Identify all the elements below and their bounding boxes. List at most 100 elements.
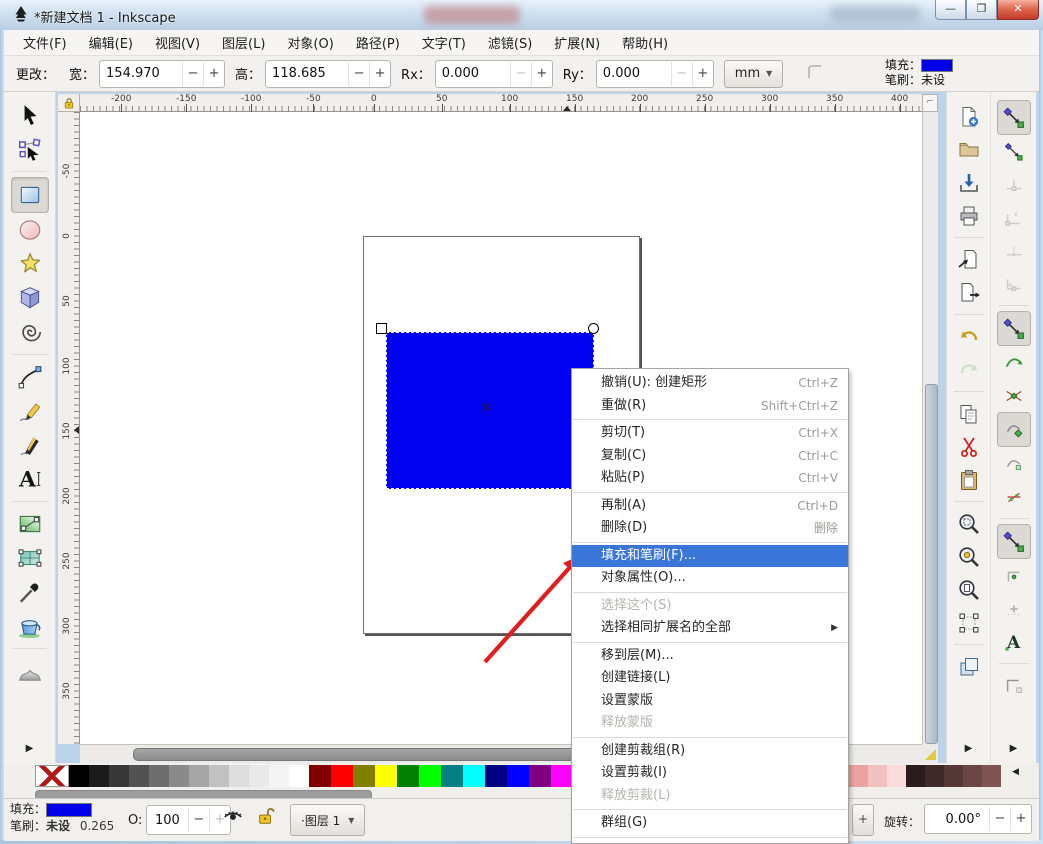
palette-swatch-c1c1c1[interactable] xyxy=(209,765,229,787)
import-button[interactable] xyxy=(953,243,985,276)
snap-bbox-corners-button-disabled[interactable] xyxy=(998,201,1030,234)
snap-to-paths-button[interactable] xyxy=(998,346,1030,379)
menubar-item-7[interactable]: 滤镜(S) xyxy=(477,30,543,55)
fill-color-swatch[interactable] xyxy=(46,803,92,817)
paint-bucket-tool[interactable] xyxy=(12,609,48,643)
snap-others-button[interactable] xyxy=(997,524,1031,559)
opacity-value[interactable]: 100 xyxy=(147,813,188,828)
palette-swatch-00ffff[interactable] xyxy=(463,765,485,787)
palette-swatch-00ff00[interactable] xyxy=(419,765,441,787)
sharp-corner-icon[interactable] xyxy=(805,62,825,86)
palette-swatch-815454[interactable] xyxy=(982,765,1001,787)
palette-swatch-000080[interactable] xyxy=(485,765,507,787)
height-increment-button[interactable]: + xyxy=(369,62,390,86)
gradient-tool[interactable] xyxy=(12,507,48,541)
context-menu-item-14[interactable]: 选择相同扩展名的全部▶ xyxy=(572,617,848,640)
horizontal-scrollbar-thumb[interactable] xyxy=(133,748,647,761)
palette-swatch-ffff00[interactable] xyxy=(375,765,397,787)
context-menu-item-19[interactable]: 释放蒙版 xyxy=(572,712,848,735)
palette-swatch-553838[interactable] xyxy=(944,765,963,787)
menubar-item-4[interactable]: 对象(O) xyxy=(276,30,344,55)
snap-object-centers-button[interactable] xyxy=(998,559,1030,592)
context-menu-item-7[interactable]: 再制(A)Ctrl+D xyxy=(572,495,848,518)
dropper-tool[interactable] xyxy=(12,575,48,609)
width-increment-button[interactable]: + xyxy=(203,62,224,86)
star-tool[interactable] xyxy=(12,247,48,281)
context-menu-item-4[interactable]: 复制(C)Ctrl+C xyxy=(572,445,848,468)
palette-swatch-ffffff[interactable] xyxy=(289,765,309,787)
palette-swatch-800080[interactable] xyxy=(529,765,551,787)
palette-scrollbar[interactable] xyxy=(4,790,1039,798)
palette-swatch-f4f4f4[interactable] xyxy=(269,765,289,787)
snap-nodes-button[interactable] xyxy=(997,311,1031,346)
snap-cusp-nodes-button[interactable] xyxy=(997,412,1031,447)
palette-swatch-1b1b1b[interactable] xyxy=(89,765,109,787)
palette-swatch-2a1c1c[interactable] xyxy=(906,765,925,787)
palette-swatch-808000[interactable] xyxy=(353,765,375,787)
palette-swatch-fbdcdc[interactable] xyxy=(887,765,906,787)
context-menu-item-8[interactable]: 删除(D)删除 xyxy=(572,517,848,540)
redo-button-disabled[interactable] xyxy=(953,353,985,386)
palette-swatch-000000[interactable] xyxy=(69,765,89,787)
zoom-to-page-button[interactable] xyxy=(953,573,985,606)
ry-decrement-button[interactable]: − xyxy=(671,62,692,86)
context-menu-item-1[interactable]: 重做(R)Shift+Ctrl+Z xyxy=(572,395,848,418)
context-menu-item-3[interactable]: 剪切(T)Ctrl+X xyxy=(572,422,848,445)
palette-swatch-dddddd[interactable] xyxy=(229,765,249,787)
rotation-increment-button[interactable]: + xyxy=(1010,807,1031,831)
rx-input[interactable] xyxy=(436,66,510,81)
context-menu-item-27[interactable]: Hide Selected Objects xyxy=(572,840,848,844)
palette-scroll-left-button[interactable]: ◀ xyxy=(1012,767,1019,777)
layer-visibility-toggle[interactable] xyxy=(222,805,244,830)
ellipse-tool[interactable] xyxy=(12,213,48,247)
export-button[interactable] xyxy=(953,276,985,309)
height-decrement-button[interactable]: − xyxy=(348,62,369,86)
cut-button[interactable] xyxy=(953,430,985,463)
context-menu-item-5[interactable]: 粘贴(P)Ctrl+V xyxy=(572,467,848,490)
palette-swatch-008000[interactable] xyxy=(397,765,419,787)
context-menu-item-10[interactable]: 填充和笔刷(F)... xyxy=(572,545,848,568)
menubar-item-1[interactable]: 编辑(E) xyxy=(78,30,144,55)
snap-bbox-edges-button-disabled[interactable] xyxy=(998,168,1030,201)
palette-swatch-3f2a2a[interactable] xyxy=(925,765,944,787)
snap-text-baseline-button[interactable]: A xyxy=(998,625,1030,658)
menubar-item-6[interactable]: 文字(T) xyxy=(411,30,477,55)
menubar-item-9[interactable]: 帮助(H) xyxy=(611,30,679,55)
context-menu-item-22[interactable]: 设置剪裁(I) xyxy=(572,762,848,785)
spiral-tool[interactable] xyxy=(12,315,48,349)
canvas-corner-button[interactable]: ⌐ xyxy=(922,94,938,112)
menubar-item-0[interactable]: 文件(F) xyxy=(12,30,78,55)
text-tool[interactable]: A xyxy=(12,462,48,496)
vertical-scrollbar-thumb[interactable] xyxy=(925,384,938,744)
palette-swatch-eaa2a2[interactable] xyxy=(849,765,868,787)
palette-swatch-800000[interactable] xyxy=(309,765,331,787)
calligraphy-tool[interactable] xyxy=(12,428,48,462)
context-menu-item-23[interactable]: 释放剪裁(L) xyxy=(572,785,848,808)
current-layer-dropdown[interactable]: ·图层 1▼ xyxy=(290,804,365,836)
rectangle-tool[interactable] xyxy=(11,177,49,213)
menubar-item-2[interactable]: 视图(V) xyxy=(144,30,211,55)
selector-tool[interactable] xyxy=(12,98,48,132)
palette-swatch-6b4646[interactable] xyxy=(963,765,982,787)
fill-stroke-indicator[interactable]: 填充： 笔刷：未设 0.265 xyxy=(10,801,114,835)
palette-swatch-0000ff[interactable] xyxy=(507,765,529,787)
ry-input[interactable] xyxy=(597,66,671,81)
palette-swatch-6e6e6e[interactable] xyxy=(149,765,169,787)
units-dropdown[interactable]: mm▼ xyxy=(724,60,783,88)
palette-swatch-373737[interactable] xyxy=(109,765,129,787)
palette-swatch-a5a5a5[interactable] xyxy=(189,765,209,787)
palette-swatch-none[interactable] xyxy=(35,765,69,787)
zoom-increment-button[interactable]: + xyxy=(852,804,874,836)
resize-grip[interactable] xyxy=(922,744,938,763)
undo-button[interactable] xyxy=(953,320,985,353)
vertical-scrollbar[interactable] xyxy=(922,112,938,744)
context-menu-item-16[interactable]: 移到层(M)... xyxy=(572,645,848,668)
print-button[interactable] xyxy=(953,199,985,232)
paste-button[interactable] xyxy=(953,463,985,496)
corner-radius-handle[interactable] xyxy=(588,323,599,334)
mesh-tool[interactable] xyxy=(12,541,48,575)
palette-swatch-525252[interactable] xyxy=(129,765,149,787)
menubar-item-8[interactable]: 扩展(N) xyxy=(543,30,611,55)
context-menu-item-18[interactable]: 设置蒙版 xyxy=(572,690,848,713)
snap-smooth-nodes-button[interactable] xyxy=(998,447,1030,480)
